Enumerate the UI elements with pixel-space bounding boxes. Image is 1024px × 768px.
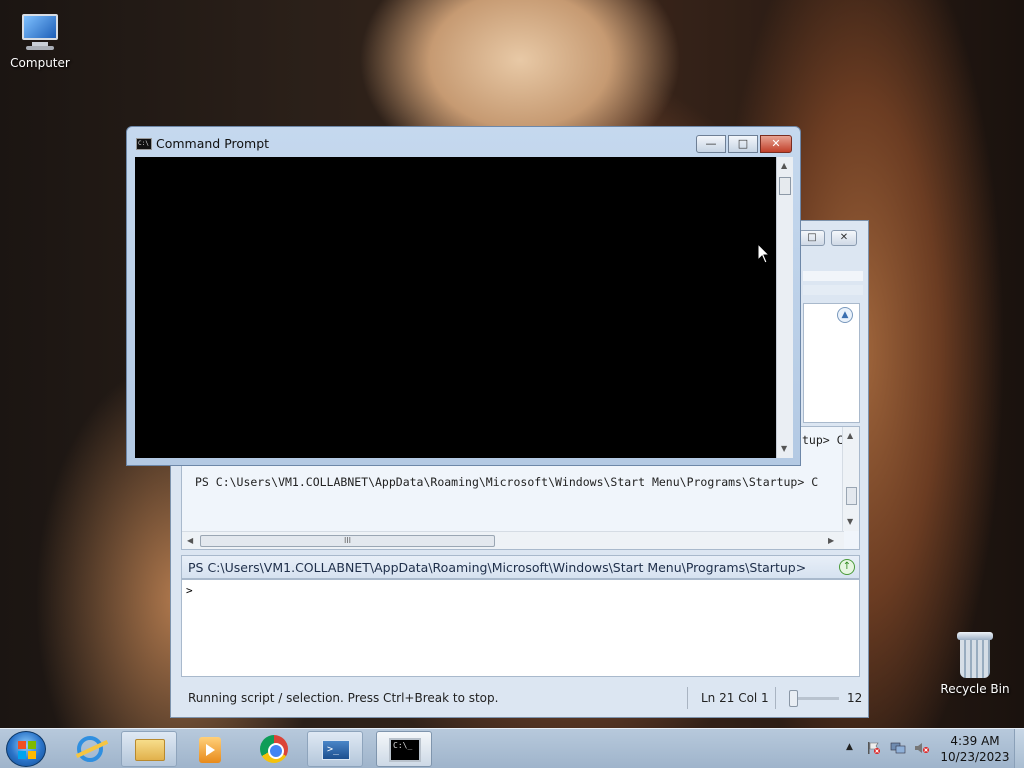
show-desktop-button[interactable] bbox=[1014, 729, 1024, 768]
desktop-icon-recycle-bin[interactable]: Recycle Bin bbox=[935, 632, 1015, 696]
ise-maximize-button[interactable]: □ bbox=[799, 230, 825, 246]
command-prompt-window: C:\ Command Prompt — □ ✕ ▲ ▼ bbox=[126, 126, 801, 466]
powershell-icon: >_ bbox=[322, 740, 350, 760]
recycle-bin-icon bbox=[957, 632, 993, 678]
scroll-down-icon[interactable]: ▼ bbox=[781, 444, 787, 453]
scroll-left-icon[interactable]: ◀ bbox=[187, 536, 193, 545]
scroll-down-icon[interactable]: ▼ bbox=[847, 517, 853, 526]
zoom-value: 12 bbox=[847, 691, 863, 705]
ise-close-button[interactable]: ✕ bbox=[831, 230, 857, 246]
ise-menu-bar bbox=[803, 271, 863, 281]
taskbar-item-media-player[interactable] bbox=[183, 731, 239, 767]
desktop-icon-computer[interactable]: Computer bbox=[0, 12, 80, 70]
scroll-up-icon[interactable]: ▲ bbox=[781, 161, 787, 170]
taskbar-item-command-prompt[interactable]: C:\_ bbox=[376, 731, 432, 767]
desktop-icon-label: Computer bbox=[10, 56, 70, 70]
cursor-position: Ln 21 Col 1 bbox=[701, 691, 769, 705]
windows-logo-icon bbox=[18, 741, 36, 759]
input-prompt: > bbox=[186, 584, 193, 597]
clock-date: 10/23/2023 bbox=[940, 750, 1010, 764]
mouse-cursor-icon bbox=[757, 243, 771, 264]
chrome-icon bbox=[260, 735, 288, 763]
taskbar-item-chrome[interactable] bbox=[245, 731, 301, 767]
ise-command-input[interactable]: > bbox=[181, 579, 860, 677]
scroll-thumb[interactable]: III bbox=[200, 535, 495, 547]
volume-muted-icon[interactable] bbox=[914, 741, 930, 755]
taskbar-item-internet-explorer[interactable] bbox=[60, 731, 116, 767]
expand-command-pane-icon[interactable]: ↑ bbox=[839, 559, 855, 575]
cmd-window-icon: C:\ bbox=[136, 138, 152, 150]
scroll-up-icon[interactable]: ▲ bbox=[847, 431, 853, 440]
cmd-icon: C:\_ bbox=[389, 738, 421, 762]
taskbar-item-powershell-ise[interactable]: >_ bbox=[307, 731, 363, 767]
output-vertical-scrollbar[interactable]: ▲ ▼ bbox=[842, 427, 859, 531]
current-path: PS C:\Users\VM1.COLLABNET\AppData\Roamin… bbox=[188, 560, 807, 575]
network-icon[interactable] bbox=[890, 741, 906, 755]
ise-command-pane-header: PS C:\Users\VM1.COLLABNET\AppData\Roamin… bbox=[181, 555, 860, 579]
taskbar: >_ C:\_ ▲ 4:39 AM 10/23/2023 bbox=[0, 728, 1024, 768]
media-player-icon bbox=[199, 737, 221, 763]
output-horizontal-scrollbar[interactable]: ◀ III ▶ bbox=[182, 531, 844, 549]
scroll-thumb[interactable] bbox=[779, 177, 791, 195]
system-clock[interactable]: 4:39 AM 10/23/2023 bbox=[940, 733, 1010, 765]
zoom-slider-thumb[interactable] bbox=[789, 690, 798, 707]
close-button[interactable]: ✕ bbox=[760, 135, 792, 153]
collapse-script-pane-icon[interactable]: ▲ bbox=[837, 307, 853, 323]
maximize-button[interactable]: □ bbox=[728, 135, 758, 153]
status-message: Running script / selection. Press Ctrl+B… bbox=[188, 691, 499, 705]
minimize-button[interactable]: — bbox=[696, 135, 726, 153]
ise-status-bar: Running script / selection. Press Ctrl+B… bbox=[175, 683, 865, 713]
window-title: Command Prompt bbox=[156, 136, 270, 151]
console-area[interactable] bbox=[135, 157, 776, 458]
output-line: tup> C bbox=[802, 433, 844, 447]
ise-toolbar bbox=[803, 285, 863, 295]
scroll-thumb[interactable] bbox=[846, 487, 857, 505]
folder-icon bbox=[135, 739, 165, 761]
desktop-icon-label: Recycle Bin bbox=[940, 682, 1010, 696]
show-hidden-icons-icon[interactable]: ▲ bbox=[846, 742, 853, 752]
ie-icon bbox=[77, 736, 103, 762]
taskbar-item-windows-explorer[interactable] bbox=[121, 731, 177, 767]
action-center-flag-icon[interactable] bbox=[866, 741, 882, 755]
clock-time: 4:39 AM bbox=[950, 734, 1000, 748]
console-vertical-scrollbar[interactable]: ▲ ▼ bbox=[776, 157, 793, 458]
output-line: PS C:\Users\VM1.COLLABNET\AppData\Roamin… bbox=[195, 475, 819, 489]
start-button[interactable] bbox=[6, 731, 46, 767]
ise-script-pane[interactable] bbox=[803, 303, 860, 423]
computer-icon bbox=[18, 12, 62, 52]
scroll-right-icon[interactable]: ▶ bbox=[828, 536, 834, 545]
